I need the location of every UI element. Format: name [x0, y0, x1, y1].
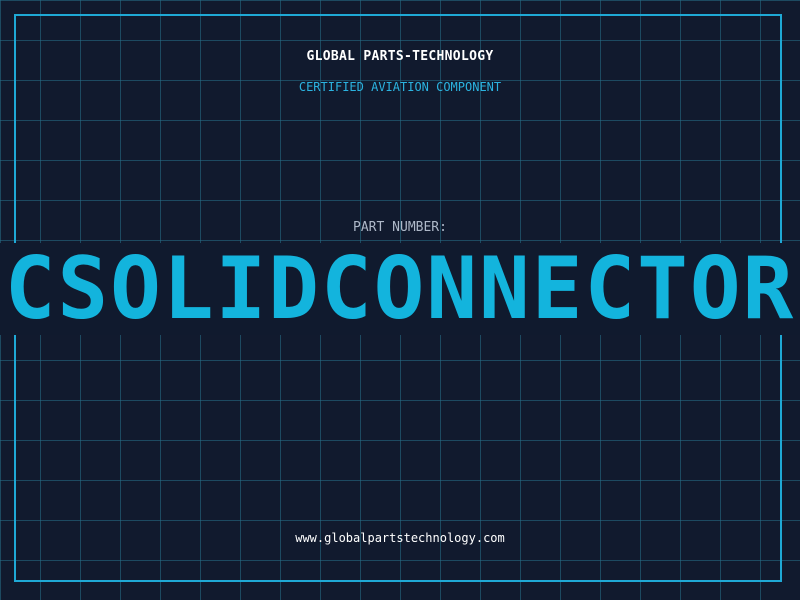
part-number-band: 68CSOLIDCONNECTORCZ — [0, 243, 800, 335]
part-number-value: 68CSOLIDCONNECTORCZ — [0, 243, 800, 335]
part-number-label: PART NUMBER: — [353, 220, 447, 235]
certification-subtitle: CERTIFIED AVIATION COMPONENT — [298, 80, 502, 94]
page-canvas: GLOBAL PARTS-TECHNOLOGY CERTIFIED AVIATI… — [0, 0, 800, 600]
brand-title: GLOBAL PARTS-TECHNOLOGY — [306, 49, 494, 64]
website-link[interactable]: www.globalpartstechnology.com — [0, 531, 800, 545]
